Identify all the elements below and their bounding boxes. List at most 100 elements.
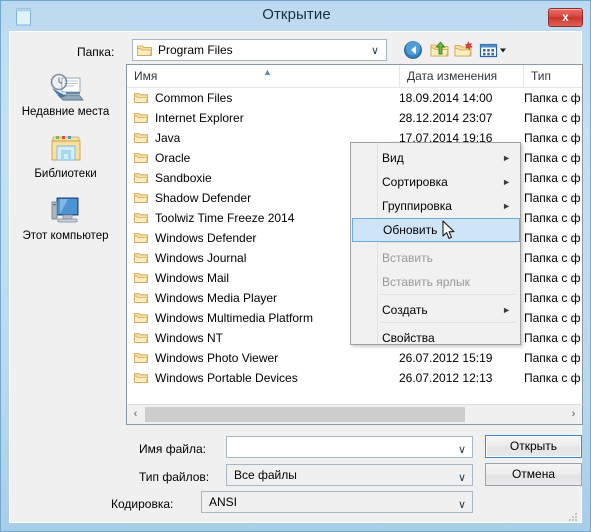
- close-button[interactable]: x: [548, 8, 583, 27]
- file-name-text: Sandboxie: [155, 171, 212, 185]
- folder-icon: [134, 292, 148, 304]
- table-row[interactable]: Windows Portable Devices 26.07.2012 12:13…: [127, 368, 582, 388]
- look-in-value: Program Files: [158, 43, 233, 57]
- menu-item-8[interactable]: Свойства: [352, 326, 520, 350]
- new-folder-button[interactable]: [453, 40, 474, 60]
- file-row-type: Папка с ф: [524, 351, 581, 365]
- sidebar-item-label: Этот компьютер: [22, 230, 109, 242]
- file-list-header: Имя Дата изменения Тип ▲: [127, 65, 582, 88]
- file-name-text: Toolwiz Time Freeze 2014: [155, 211, 295, 225]
- look-in-combobox[interactable]: Program Files ∨: [132, 39, 387, 61]
- file-name-text: Shadow Defender: [155, 191, 252, 205]
- file-row-date: 28.12.2014 23:07: [399, 111, 493, 125]
- chevron-down-icon: ∨: [370, 45, 379, 57]
- file-row-type: Папка с ф: [524, 371, 581, 385]
- folder-icon: [134, 172, 148, 184]
- open-button[interactable]: Открыть: [485, 435, 582, 458]
- file-name-text: Windows Defender: [155, 231, 257, 245]
- menu-item-label: Сортировка: [382, 175, 448, 189]
- file-name-text: Common Files: [155, 91, 233, 105]
- file-name-text: Windows NT: [155, 331, 224, 345]
- horizontal-scrollbar[interactable]: ‹ ›: [126, 404, 583, 425]
- folder-icon: [134, 212, 148, 224]
- menu-separator: [380, 294, 516, 295]
- submenu-arrow-icon: ►: [502, 201, 511, 211]
- file-name-text: Windows Multimedia Platform: [155, 311, 314, 325]
- menu-item-label: Группировка: [382, 199, 452, 213]
- file-row-type: Папка с ф: [524, 111, 581, 125]
- menu-item-label: Создать: [382, 303, 428, 317]
- sidebar-item-recent-places[interactable]: Недавние места: [10, 70, 121, 119]
- menu-item-3[interactable]: Группировка ►: [352, 194, 520, 218]
- menu-item-label: Вставить ярлык: [382, 275, 470, 289]
- file-row-type: Папка с ф: [524, 291, 581, 305]
- column-header-date[interactable]: Дата изменения: [400, 65, 524, 87]
- file-row-type: Папка с ф: [524, 91, 581, 105]
- views-button[interactable]: [479, 40, 510, 60]
- table-row[interactable]: Internet Explorer 28.12.2014 23:07 Папка с…: [127, 108, 582, 128]
- file-row-type: Папка с ф: [524, 151, 581, 165]
- folder-icon: [134, 152, 148, 164]
- file-row-type: Папка с ф: [524, 311, 581, 325]
- scroll-left-arrow-icon[interactable]: ‹: [127, 405, 144, 424]
- file-type-label: Тип файлов:: [139, 470, 210, 484]
- file-name-text: Windows Media Player: [155, 291, 278, 305]
- file-type-value: Все файлы: [234, 468, 297, 482]
- folder-icon: [137, 44, 152, 57]
- menu-item-1[interactable]: Вид ►: [352, 146, 520, 170]
- table-row[interactable]: Windows Photo Viewer 26.07.2012 15:19 Папк…: [127, 348, 582, 368]
- encoding-value: ANSI: [209, 495, 238, 509]
- file-row-type: Папка с ф: [524, 231, 581, 245]
- menu-item-4[interactable]: Обновить: [352, 218, 520, 242]
- folder-icon: [134, 352, 148, 364]
- resize-gripper[interactable]: [568, 509, 578, 521]
- chevron-down-icon: ∨: [457, 444, 466, 456]
- scrollbar-thumb[interactable]: [145, 407, 465, 422]
- submenu-arrow-icon: ►: [502, 177, 511, 187]
- folder-icon: [134, 272, 148, 284]
- scroll-right-arrow-icon[interactable]: ›: [565, 405, 582, 424]
- folder-icon: [134, 312, 148, 324]
- menu-item-6: Вставить ярлык: [352, 270, 520, 294]
- menu-item-label: Вид: [382, 151, 404, 165]
- context-menu[interactable]: Вид ► Сортировка ► Группировка ► Обновить Встав…: [350, 142, 521, 345]
- file-row-type: Папка с ф: [524, 211, 581, 225]
- sidebar-item-this-pc[interactable]: Этот компьютер: [10, 194, 121, 243]
- column-header-type[interactable]: Тип: [524, 65, 582, 87]
- menu-item-2[interactable]: Сортировка ►: [352, 170, 520, 194]
- file-row-name: Internet Explorer: [134, 108, 394, 128]
- cancel-button[interactable]: Отмена: [485, 463, 582, 486]
- file-row-type: Папка с ф: [524, 191, 581, 205]
- menu-item-label: Вставить: [382, 251, 433, 265]
- file-name-text: Java: [155, 131, 181, 145]
- file-type-select[interactable]: Все файлы ∨: [226, 464, 473, 486]
- file-name-text: Windows Portable Devices: [155, 371, 298, 385]
- file-name-input[interactable]: ∨: [226, 436, 473, 458]
- folder-icon: [134, 132, 148, 144]
- folder-icon: [134, 252, 148, 264]
- file-name-label: Имя файла:: [139, 442, 206, 456]
- title-bar: Открытие x: [1, 1, 591, 31]
- file-row-type: Папка с ф: [524, 131, 581, 145]
- open-file-dialog-window: Открытие x Папка: Program Files ∨ Недавн…: [0, 0, 591, 532]
- encoding-select[interactable]: ANSI ∨: [201, 491, 473, 513]
- folder-icon: [134, 92, 148, 104]
- up-level-button[interactable]: [429, 40, 450, 60]
- menu-separator: [380, 322, 516, 323]
- file-name-text: Internet Explorer: [155, 111, 244, 125]
- page-title: Открытие: [262, 6, 331, 23]
- back-button[interactable]: [403, 40, 424, 60]
- file-name-text: Windows Mail: [155, 271, 230, 285]
- menu-item-5: Вставить: [352, 246, 520, 270]
- menu-item-7[interactable]: Создать ►: [352, 298, 520, 322]
- file-name-text: Windows Journal: [155, 251, 247, 265]
- table-row[interactable]: Common Files 18.09.2014 14:00 Папка с ф: [127, 88, 582, 108]
- file-row-date: 18.09.2014 14:00: [399, 91, 493, 105]
- sort-ascending-icon: ▲: [263, 67, 272, 77]
- encoding-label: Кодировка:: [111, 497, 174, 511]
- sidebar-item-libraries[interactable]: Библиотеки: [10, 132, 121, 181]
- file-row-date: 26.07.2012 12:13: [399, 371, 493, 385]
- folder-icon: [134, 232, 148, 244]
- file-row-type: Папка с ф: [524, 251, 581, 265]
- file-row-type: Папка с ф: [524, 171, 581, 185]
